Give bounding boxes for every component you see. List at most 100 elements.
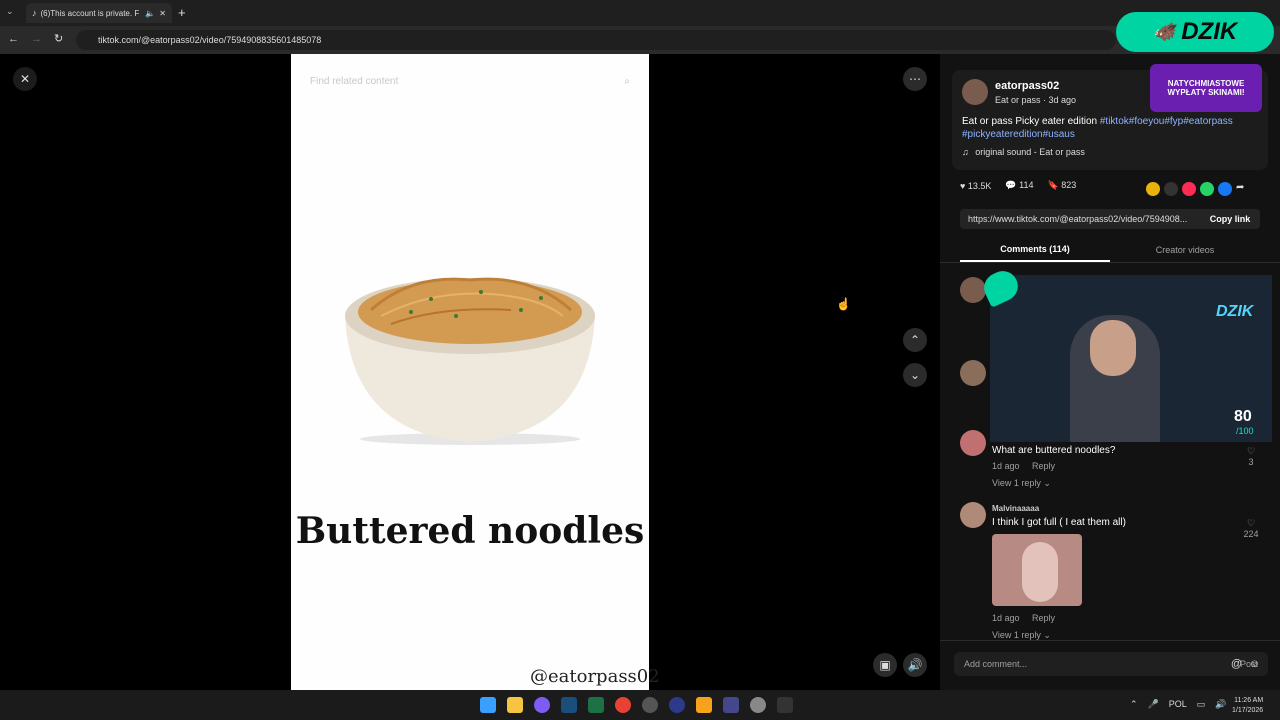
score-max: /100 <box>1236 426 1254 436</box>
sound-row[interactable]: ♫ original sound - Eat or pass <box>962 147 1085 157</box>
tab-comments[interactable]: Comments (114) <box>960 238 1110 262</box>
excel-icon[interactable] <box>588 697 604 713</box>
microphone-icon[interactable]: 🎤 <box>1148 699 1159 710</box>
settings-icon[interactable] <box>750 697 766 713</box>
facebook-icon[interactable] <box>1218 182 1232 196</box>
reply-button[interactable]: Reply <box>1032 461 1055 471</box>
comment-like-button[interactable]: ♡ 224 <box>1240 518 1262 539</box>
volume-icon[interactable]: 🔊 <box>903 653 927 677</box>
search-placeholder: Find related content <box>310 75 399 87</box>
view-replies-label: View 1 reply <box>992 630 1041 640</box>
pip-icon[interactable]: ▣ <box>873 653 897 677</box>
related-search-input[interactable]: Find related content ⌕ <box>300 68 640 94</box>
post-comment-button[interactable]: Post <box>1240 659 1258 669</box>
url-field[interactable]: tiktok.com/@eatorpass02/video/7594908835… <box>76 30 1116 50</box>
comment-like-button[interactable]: ♡ 3 <box>1244 446 1258 467</box>
coin-icon[interactable] <box>1146 182 1160 196</box>
add-comment-placeholder: Add comment... <box>964 659 1028 669</box>
save-button[interactable]: 🔖 823 <box>1047 180 1076 191</box>
hashtags-line-2[interactable]: #pickyeateredition#usaus <box>962 129 1075 140</box>
video-player[interactable] <box>291 54 649 690</box>
promo-banner: NATYCHMIASTOWE WYPŁATY SKINAMI! <box>1150 64 1262 112</box>
back-icon[interactable]: ← <box>8 33 19 45</box>
app-icon[interactable] <box>669 697 685 713</box>
sound-name: original sound - Eat or pass <box>975 147 1085 157</box>
video-caption-text: Buttered noodles <box>295 510 645 552</box>
share-arrow-icon[interactable]: ➦ <box>1236 182 1244 196</box>
clock[interactable]: 11:26 AM 1/17/2026 <box>1232 696 1263 716</box>
post-caption: Eat or pass Picky eater edition #tiktok#… <box>962 116 1233 127</box>
dzik-brand-badge: 🐗 DZIK <box>1116 12 1274 52</box>
like-button[interactable]: ♥ 13.5K <box>960 181 991 191</box>
whatsapp-icon[interactable] <box>1200 182 1214 196</box>
chrome-icon[interactable] <box>615 697 631 713</box>
new-tab-button[interactable]: + <box>178 5 186 20</box>
reply-button[interactable]: Reply <box>1032 613 1055 623</box>
neon-sign: DZIK <box>1216 303 1254 320</box>
comment-age: 1d ago <box>992 613 1020 623</box>
mute-icon[interactable]: 🔈 <box>145 9 155 18</box>
browser-tab-bar <box>0 0 1280 26</box>
share-icons: ➦ <box>1146 182 1244 196</box>
boar-icon: 🐗 <box>1152 21 1176 42</box>
post-actions: ♥ 13.5K 💬 114 🔖 823 <box>960 180 1076 191</box>
logitech-icon[interactable] <box>777 697 793 713</box>
next-video-button[interactable]: ⌄ <box>903 363 927 387</box>
search-icon[interactable]: ⌕ <box>624 76 630 87</box>
reload-icon[interactable]: ↻ <box>54 32 63 45</box>
comment-avatar[interactable] <box>960 430 986 456</box>
previous-video-button[interactable]: ⌃ <box>903 328 927 352</box>
chevron-up-icon[interactable]: ⌃ <box>1130 699 1138 710</box>
mouse-cursor-icon: ☝ <box>836 297 851 311</box>
language-indicator[interactable]: POL <box>1169 699 1187 710</box>
image-subject <box>1022 542 1058 602</box>
comment-avatar[interactable] <box>960 502 986 528</box>
comment-avatar[interactable] <box>960 277 986 303</box>
sun-app-icon[interactable] <box>696 697 712 713</box>
comment-meta: 1d ago Reply <box>992 613 1055 623</box>
copy-link-button[interactable]: Copy link <box>1200 209 1260 229</box>
clock-time: 11:26 AM <box>1234 697 1264 704</box>
start-icon[interactable] <box>480 697 496 713</box>
grid-app-icon[interactable] <box>723 697 739 713</box>
more-options-icon[interactable]: ⋯ <box>903 67 927 91</box>
comment-button[interactable]: 💬 114 <box>1005 180 1033 191</box>
file-explorer-icon[interactable] <box>507 697 523 713</box>
browser-tab[interactable]: ♪ (6)This account is private. F 🔈 ✕ <box>26 3 172 23</box>
heart-outline-icon: ♡ <box>1246 518 1256 528</box>
comment-avatar[interactable] <box>960 360 986 386</box>
hashtags-line-1[interactable]: #tiktok#foeyou#fyp#eatorpass <box>1100 116 1233 127</box>
composer-divider <box>940 640 1280 641</box>
author-username[interactable]: eatorpass02 <box>995 80 1059 92</box>
volume-tray-icon[interactable]: 🔊 <box>1215 699 1226 710</box>
tray-icons: ⌃ 🎤 POL ▭ 🔊 <box>1130 699 1227 710</box>
comment-like-count: 224 <box>1243 529 1259 539</box>
tabs-divider <box>940 262 1280 263</box>
comment-image[interactable] <box>992 534 1082 606</box>
clock-date: 1/17/2026 <box>1232 707 1264 714</box>
send-icon[interactable] <box>1182 182 1196 196</box>
streamer-face <box>1090 320 1136 376</box>
video-watermark: @eatorpass02 <box>530 666 660 687</box>
forward-icon[interactable]: → <box>31 33 42 45</box>
author-avatar[interactable] <box>962 79 988 105</box>
network-icon[interactable]: ▭ <box>1197 699 1206 710</box>
obs-icon[interactable] <box>642 697 658 713</box>
comment-author[interactable]: Malvinaaaaa <box>992 504 1039 513</box>
tab-close-icon[interactable]: ✕ <box>159 9 166 18</box>
discord-icon[interactable] <box>534 697 550 713</box>
caption-text: Eat or pass Picky eater edition <box>962 116 1100 127</box>
url-text: tiktok.com/@eatorpass02/video/7594908835… <box>98 35 322 45</box>
chevron-down-icon: ⌄ <box>1043 478 1051 488</box>
tab-list-button[interactable]: ⌄ <box>6 6 14 17</box>
webcam-overlay: DZIK <box>990 275 1272 442</box>
close-icon[interactable]: ✕ <box>13 67 37 91</box>
comment-count: 114 <box>1019 180 1034 190</box>
view-replies-button[interactable]: View 1 reply ⌄ <box>992 478 1051 489</box>
comment-age: 1d ago <box>992 461 1020 471</box>
chevron-down-icon: ⌄ <box>1043 630 1051 640</box>
embed-icon[interactable] <box>1164 182 1178 196</box>
tab-creator-videos[interactable]: Creator videos <box>1110 238 1260 262</box>
steam-icon[interactable] <box>561 697 577 713</box>
add-comment-input[interactable]: Add comment... @ ☺ <box>954 652 1268 676</box>
